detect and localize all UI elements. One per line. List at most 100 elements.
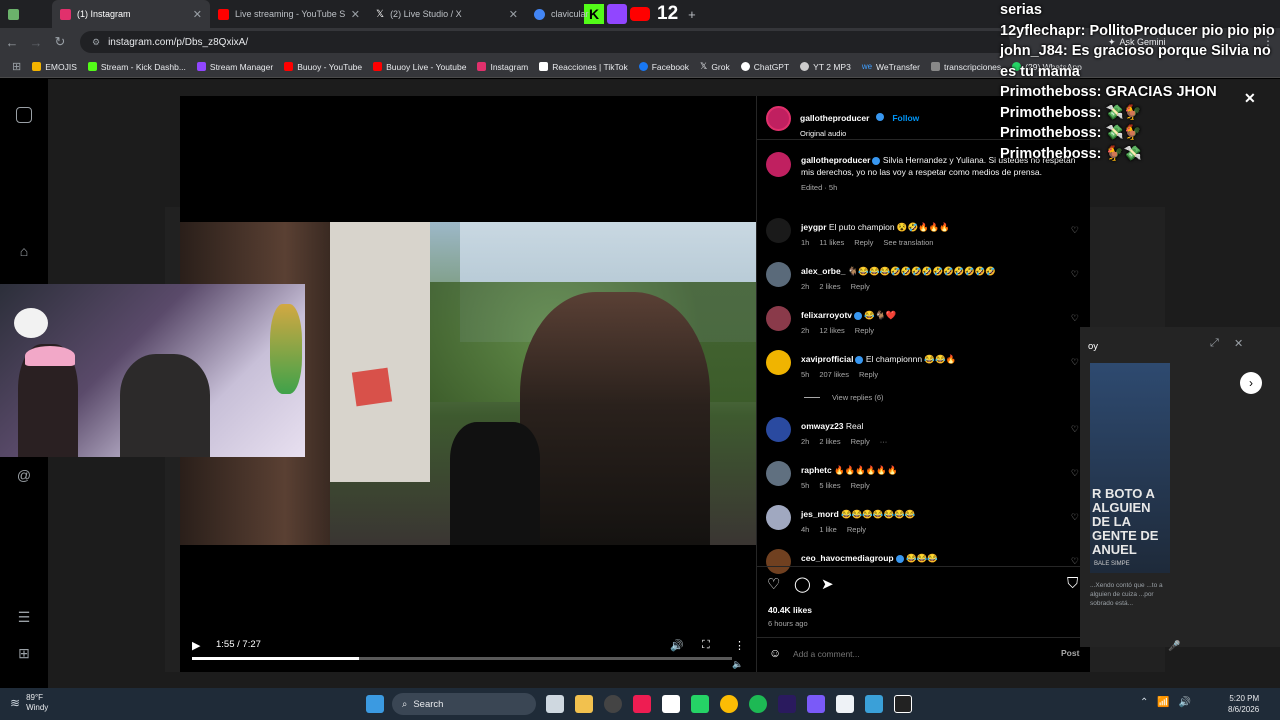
premiere-icon[interactable] [778, 695, 796, 713]
tab-workspace[interactable] [0, 0, 52, 28]
bookmark-wetransfer[interactable]: we WeTransfer [862, 62, 920, 72]
bookmark-emojis[interactable]: EMOJIS [32, 62, 77, 72]
comment-likes[interactable]: 12 likes [819, 325, 844, 337]
like-comment-icon[interactable]: ♡ [1071, 357, 1079, 368]
instagram-logo-icon[interactable] [16, 107, 32, 123]
tab-google[interactable]: clavicular [526, 0, 589, 28]
network-icon[interactable]: 📶 [1157, 697, 1169, 708]
comment-username[interactable]: ceo_havocmediagroup [801, 553, 894, 563]
comment-username[interactable]: felixarroyotv [801, 310, 852, 320]
more-options-icon[interactable]: ··· [880, 436, 888, 448]
tab-instagram[interactable]: (1) Instagram ✕ [52, 0, 210, 28]
obs-icon[interactable] [604, 695, 622, 713]
comment-likes[interactable]: 2 likes [819, 281, 840, 293]
also-from-meta-icon[interactable]: ⊞ [16, 645, 32, 661]
likes-count[interactable]: 40.4K likes [768, 605, 812, 615]
menu-icon[interactable]: ☰ [16, 609, 32, 625]
bookmark-save-icon[interactable]: ⛉ [1067, 575, 1078, 592]
comment-avatar[interactable] [766, 262, 791, 287]
clock[interactable]: 5:20 PM 8/6/2026 [1228, 693, 1259, 715]
play-icon[interactable]: ▶ [192, 639, 200, 652]
audio-label[interactable]: Original audio [800, 129, 919, 138]
chrome-icon[interactable] [720, 695, 738, 713]
share-icon[interactable]: ➤ [821, 575, 834, 593]
forward-icon[interactable]: → [24, 35, 48, 50]
comment-username[interactable]: alex_orbe_ [801, 266, 845, 276]
like-comment-icon[interactable]: ♡ [1071, 225, 1079, 236]
bookmark-chatgpt[interactable]: ChatGPT [740, 62, 789, 72]
windows-start-icon[interactable] [366, 695, 384, 713]
comment-likes[interactable]: 1 like [819, 524, 837, 536]
like-comment-icon[interactable]: ♡ [1071, 512, 1079, 523]
new-tab-button[interactable]: + [688, 7, 696, 22]
dc-icon[interactable] [894, 695, 912, 713]
comment-likes[interactable]: 207 likes [819, 369, 849, 381]
follow-button[interactable]: Follow [892, 113, 919, 123]
video-progress-bar[interactable] [192, 657, 732, 660]
author-username[interactable]: gallotheproducer [800, 113, 869, 123]
next-post-button[interactable]: › [1240, 372, 1262, 394]
expand-icon[interactable]: ⤢ [1210, 337, 1219, 350]
close-icon[interactable]: ✕ [351, 8, 360, 21]
author-avatar[interactable] [766, 152, 791, 177]
bookmark-tiktok[interactable]: Reacciones | TikTok [539, 62, 628, 72]
comment-avatar[interactable] [766, 417, 791, 442]
reload-icon[interactable]: ↻ [48, 34, 72, 50]
bookmark-buuoy-live[interactable]: Buuoy Live - Youtube [373, 62, 466, 72]
close-icon[interactable]: ✕ [1234, 337, 1243, 350]
whatsapp-app-icon[interactable] [691, 695, 709, 713]
reply-button[interactable]: Reply [851, 436, 870, 448]
comment-avatar[interactable] [766, 549, 791, 574]
task-view-icon[interactable] [546, 695, 564, 713]
comment-avatar[interactable] [766, 306, 791, 331]
capcut-icon[interactable] [662, 695, 680, 713]
back-icon[interactable]: ← [0, 35, 24, 50]
volume-tray-icon[interactable]: 🔊 [1179, 697, 1191, 708]
tab-youtube-studio[interactable]: Live streaming - YouTube Studio ✕ [210, 0, 368, 28]
system-tray[interactable]: ⌃ 📶 🔊 [1140, 697, 1191, 708]
bookmark-transcripciones[interactable]: transcripciones [930, 62, 1001, 72]
file-explorer-icon[interactable] [575, 695, 593, 713]
comment-username[interactable]: jes_mord [801, 509, 839, 519]
author-avatar[interactable] [766, 106, 791, 131]
chat-close-icon[interactable]: ✕ [1244, 90, 1256, 107]
reply-button[interactable]: Reply [847, 524, 866, 536]
bookmark-kick[interactable]: Stream - Kick Dashb... [87, 62, 186, 72]
reply-button[interactable]: Reply [855, 325, 874, 337]
bookmark-buuoy-youtube[interactable]: Buuoy - YouTube [284, 62, 362, 72]
tray-overflow-icon[interactable]: ⌃ [1140, 697, 1148, 708]
spotify-icon[interactable] [749, 695, 767, 713]
microphone-icon[interactable]: 🎤 [1168, 641, 1180, 652]
view-replies[interactable]: View replies (6) [804, 393, 884, 402]
like-comment-icon[interactable]: ♡ [1071, 313, 1079, 324]
comment-username[interactable]: xaviprofficial [801, 354, 853, 364]
comment-icon[interactable]: ◯ [794, 575, 811, 593]
apps-icon[interactable] [807, 695, 825, 713]
tiktok-live-icon[interactable] [633, 695, 651, 713]
reply-button[interactable]: Reply [854, 237, 873, 249]
reply-button[interactable]: Reply [851, 281, 870, 293]
close-icon[interactable]: ✕ [193, 8, 202, 21]
notepad-icon[interactable] [836, 695, 854, 713]
comment-likes[interactable]: 5 likes [819, 480, 840, 492]
taskbar-search[interactable]: ⌕ Search [392, 693, 536, 715]
comment-username[interactable]: raphetc [801, 465, 832, 475]
bookmark-instagram[interactable]: Instagram [477, 62, 528, 72]
notes-icon[interactable] [865, 695, 883, 713]
reply-button[interactable]: Reply [859, 369, 878, 381]
fullscreen-icon[interactable]: ⛶ [702, 639, 710, 652]
close-icon[interactable]: ✕ [509, 8, 518, 21]
post-comment-button[interactable]: Post [1061, 648, 1079, 658]
see-translation-link[interactable]: See translation [883, 237, 933, 249]
weather-widget[interactable]: ≋ 89°F Windy [10, 693, 48, 713]
threads-icon[interactable]: @ [16, 467, 32, 483]
comment-avatar[interactable] [766, 218, 791, 243]
like-comment-icon[interactable]: ♡ [1071, 468, 1079, 479]
comment-avatar[interactable] [766, 350, 791, 375]
apps-grid-icon[interactable]: ⊞ [12, 60, 21, 73]
tab-x[interactable]: 𝕏 (2) Live Studio / X ✕ [368, 0, 526, 28]
address-bar[interactable]: ⚙ instagram.com/p/Dbs_z8QxixA/ [80, 31, 1010, 53]
caption-username[interactable]: gallotheproducer [801, 155, 870, 165]
like-heart-icon[interactable]: ♡ [767, 575, 780, 593]
bookmark-stream-manager[interactable]: Stream Manager [196, 62, 273, 72]
